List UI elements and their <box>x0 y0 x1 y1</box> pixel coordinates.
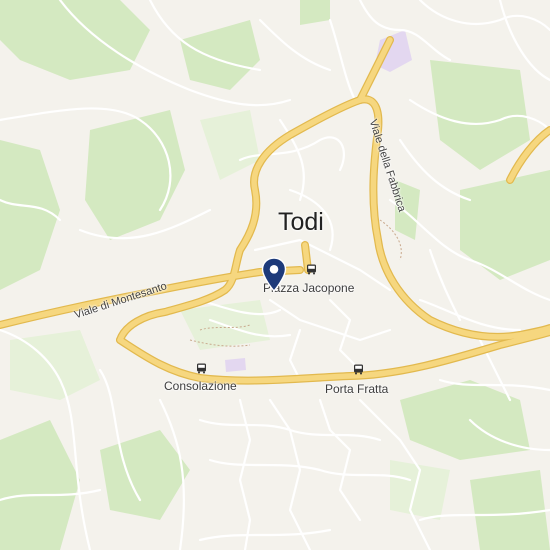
city-label: Todi <box>278 208 324 236</box>
map-canvas[interactable]: Todi Piazza Jacopone Consolazione Porta … <box>0 0 550 550</box>
bus-stop-icon[interactable] <box>353 364 364 375</box>
location-pin-icon[interactable] <box>261 257 287 293</box>
place-label-consolazione[interactable]: Consolazione <box>164 379 237 393</box>
bus-stop-icon[interactable] <box>306 264 317 275</box>
place-label-porta-fratta[interactable]: Porta Fratta <box>325 382 388 396</box>
bus-stop-icon[interactable] <box>196 363 207 374</box>
